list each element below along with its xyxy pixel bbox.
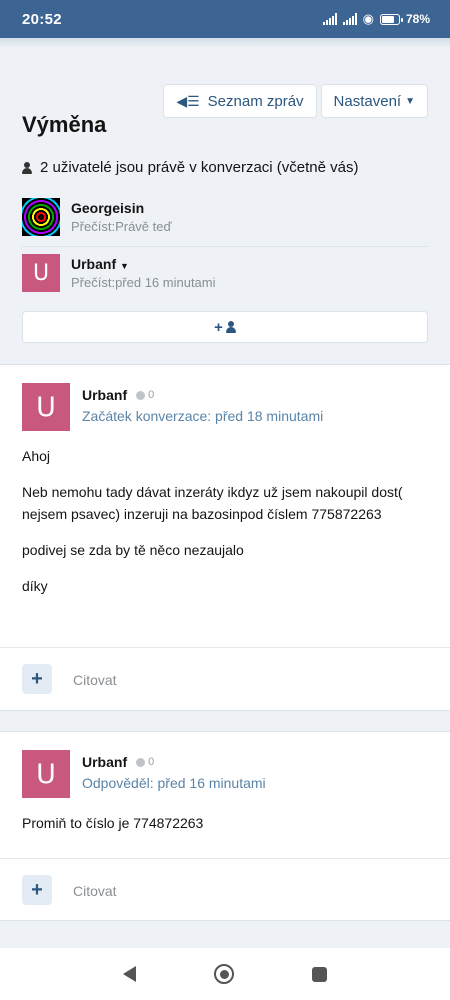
status-bar: 20:52 ◉ 78% (0, 0, 450, 38)
wifi-icon: ◉ (362, 11, 374, 26)
recent-apps-icon[interactable] (312, 966, 327, 982)
plus-icon: + (214, 318, 223, 336)
user-icon (225, 321, 236, 333)
divider (0, 858, 450, 859)
message-author[interactable]: Urbanf 0 (82, 387, 323, 403)
quote-link[interactable]: Citovat (73, 883, 117, 899)
status-dot-icon (136, 390, 146, 400)
multiquote-button[interactable]: + (22, 875, 52, 905)
avatar: U (22, 254, 60, 292)
participant-name: Urbanf ▼ (71, 256, 129, 272)
conversation-toolbar: ◀☰ Seznam zpráv Nastavení ▼ (163, 84, 428, 118)
message-body: Ahoj Neb nemohu tady dávat inzeráty ikdy… (22, 448, 403, 594)
message-meta[interactable]: Odpověděl: před 16 minutami (82, 775, 266, 791)
status-time: 20:52 (22, 10, 62, 28)
message-header: U Urbanf 0 Odpověděl: před 16 minutami (22, 750, 266, 798)
status-dot-icon (136, 757, 146, 767)
quote-link[interactable]: Citovat (73, 672, 117, 688)
participant-read-status: Přečíst:před 16 minutami (71, 275, 216, 290)
plus-icon: + (31, 667, 43, 690)
header-shadow (0, 38, 450, 48)
participant-read-status: Přečíst:Právě teď (71, 219, 172, 234)
message-body: Promiň to číslo je 774872263 (22, 815, 204, 831)
caret-down-icon: ▼ (405, 95, 415, 107)
status-icons: ◉ 78% (322, 11, 430, 27)
message-header: U Urbanf 0 Začátek konverzace: před 18 mi… (22, 383, 323, 431)
message-count: 0 (148, 389, 155, 401)
participant-georgeisin[interactable]: Georgeisin Přečíst:Právě teď (22, 188, 428, 246)
participant-name: Georgeisin (71, 200, 145, 216)
invite-participant-button[interactable]: + (22, 311, 428, 343)
system-nav-bar (0, 948, 450, 1000)
participant-urbanf[interactable]: U Urbanf ▼ Přečíst:před 16 minutami (22, 244, 428, 302)
home-icon[interactable] (214, 964, 234, 984)
message-count: 0 (148, 756, 155, 768)
participants-note: 2 uživatelé jsou právě v konverzaci (vče… (22, 159, 358, 176)
multiquote-button[interactable]: + (22, 664, 52, 694)
message-card: U Urbanf 0 Začátek konverzace: před 18 mi… (0, 364, 450, 711)
plus-icon: + (31, 878, 43, 901)
battery-percent: 78% (405, 12, 430, 26)
signal-icon-2 (342, 13, 357, 25)
avatar: U (22, 750, 70, 798)
user-icon (22, 161, 32, 174)
caret-down-icon: ▼ (120, 261, 129, 271)
message-meta[interactable]: Začátek konverzace: před 18 minutami (82, 408, 323, 424)
avatar (22, 198, 60, 236)
message-card: U Urbanf 0 Odpověděl: před 16 minutami Pr… (0, 731, 450, 921)
back-icon[interactable] (123, 966, 136, 982)
battery-icon (379, 13, 403, 25)
page-title: Výměna (22, 112, 107, 137)
signal-icon (322, 13, 337, 25)
message-list-button[interactable]: ◀☰ Seznam zpráv (163, 84, 317, 118)
message-author[interactable]: Urbanf 0 (82, 754, 266, 770)
avatar: U (22, 383, 70, 431)
list-icon: ◀☰ (176, 92, 200, 109)
divider (0, 647, 450, 648)
settings-button[interactable]: Nastavení ▼ (320, 84, 428, 118)
